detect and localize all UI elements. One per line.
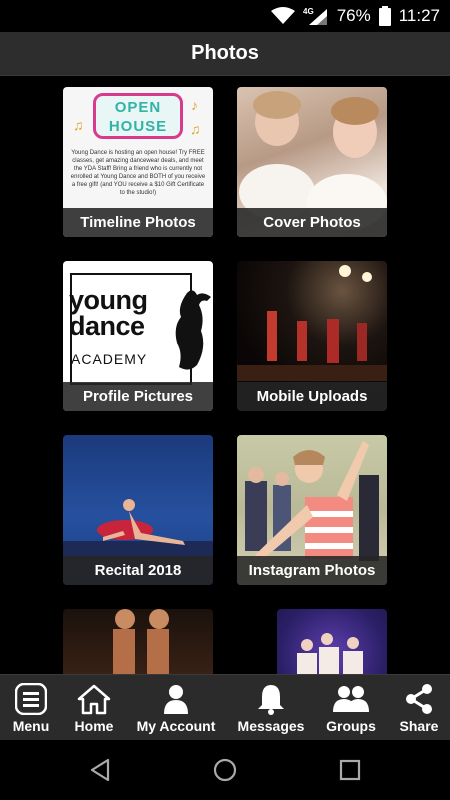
nav-share[interactable]: Share [388,675,450,741]
open-house-banner: OPEN HOUSE [93,93,183,139]
user-icon [164,685,188,714]
album-tile-cover-photos[interactable]: Cover Photos [237,87,387,237]
poster-title-line1: OPEN [114,99,162,116]
signal-icon: 4G [303,7,327,25]
nav-menu[interactable]: Menu [0,675,62,741]
bottom-nav: Menu Home My Account Messages Groups Sha… [0,674,450,740]
album-tile-profile-pictures[interactable]: young dance ACADEMY Profile Pictures [63,261,213,411]
music-note-icon: ♫ [73,117,84,133]
nav-label: Messages [237,718,305,734]
home-icon [77,684,111,715]
battery-percent: 76% [336,6,371,25]
bell-icon [258,685,284,715]
group-icon [333,686,369,712]
album-label: Recital 2018 [63,556,213,585]
album-label: Mobile Uploads [237,382,387,411]
poster-title-line2: HOUSE [108,118,168,135]
nav-label: Home [74,718,114,734]
recents-icon[interactable] [336,756,364,784]
logo-text-dance: dance [69,311,145,341]
battery-icon [378,6,391,26]
nav-groups[interactable]: Groups [318,675,384,741]
music-note-icon: ♫ [190,121,201,137]
menu-icon [15,683,47,715]
page-title: Photos [191,42,259,64]
album-grid: ♫ ♪ ♫ OPEN HOUSE Young Dance is hosting a… [0,76,450,674]
nav-messages[interactable]: Messages [228,675,314,741]
status-bar: 4G 76% 11:27 [0,0,450,32]
logo-text-young: young [69,285,148,315]
system-nav-bar [0,740,450,800]
circle-home-icon[interactable] [211,756,239,784]
album-cover-image [277,609,387,674]
dancer-silhouette-icon [175,290,211,370]
album-label: Instagram Photos [237,556,387,585]
album-label: Profile Pictures [63,382,213,411]
album-tile-timeline-photos[interactable]: ♫ ♪ ♫ OPEN HOUSE Young Dance is hosting a… [63,87,213,237]
nav-label: My Account [136,718,216,734]
clock: 11:27 [398,6,440,25]
poster-body-text: Young Dance is hosting an open house! Tr… [70,150,206,196]
music-note-icon: ♪ [191,97,198,113]
album-label: Cover Photos [237,208,387,237]
network-type-label: 4G [303,7,314,16]
nav-label: Groups [326,718,376,734]
nav-my-account[interactable]: My Account [130,675,222,741]
album-tile-mobile-uploads[interactable]: Mobile Uploads [237,261,387,411]
nav-label: Menu [12,718,50,734]
back-icon[interactable] [86,756,114,784]
album-tile-instagram-photos[interactable]: Instagram Photos [237,435,387,585]
album-tile-row4-right[interactable] [277,609,387,674]
album-tile-recital-2018[interactable]: Recital 2018 [63,435,213,585]
app-header: Photos [0,32,450,76]
logo-text-academy: ACADEMY [71,351,148,367]
album-label: Timeline Photos [63,208,213,237]
wifi-icon [270,7,295,24]
nav-label: Share [399,718,439,734]
share-icon [406,684,432,714]
nav-home[interactable]: Home [62,675,126,741]
album-tile-row4-left[interactable] [63,609,213,674]
album-cover-image [63,609,213,674]
